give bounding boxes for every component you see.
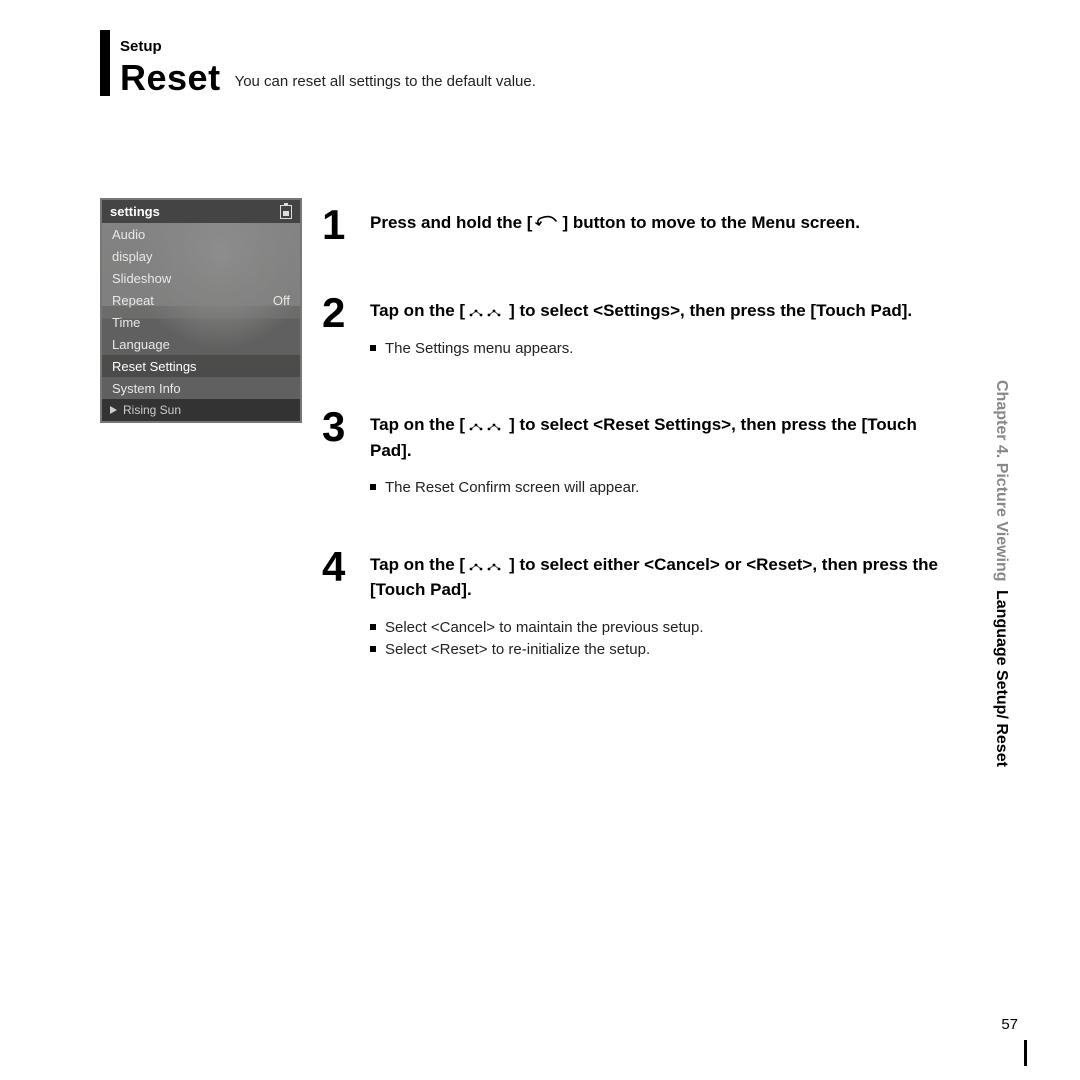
- play-icon: [110, 406, 117, 414]
- bullet: Select <Cancel> to maintain the previous…: [370, 617, 962, 640]
- list-item: RepeatOff: [102, 289, 300, 311]
- step-number: 1: [322, 204, 354, 246]
- step-title: Press and hold the [] button to move to …: [370, 210, 962, 236]
- page-subtitle: You can reset all settings to the defaul…: [235, 73, 536, 90]
- page-title: Reset: [120, 57, 221, 99]
- nav-dots-icon: [467, 305, 507, 319]
- step-number: 4: [322, 546, 354, 662]
- list-item: Slideshow: [102, 267, 300, 289]
- list-item: Audio: [102, 223, 300, 245]
- bullet: The Settings menu appears.: [370, 338, 962, 361]
- page-header: Setup Reset You can reset all settings t…: [120, 38, 940, 99]
- header-rule: [100, 30, 110, 96]
- device-screenshot: settings Audio display Slideshow RepeatO…: [100, 198, 302, 423]
- list-item: Time: [102, 311, 300, 333]
- step-title: Tap on the [] to select either <Cancel> …: [370, 552, 962, 603]
- step-bullets: The Settings menu appears.: [370, 338, 962, 361]
- setup-label: Setup: [120, 38, 940, 55]
- section-label: Language Setup/ Reset: [993, 590, 1010, 767]
- side-tab: Chapter 4. Picture Viewing Language Setu…: [990, 380, 1012, 767]
- nav-dots-icon: [467, 559, 507, 573]
- step-number: 2: [322, 292, 354, 360]
- step-1: 1 Press and hold the [] button to move t…: [322, 204, 962, 246]
- step-bullets: Select <Cancel> to maintain the previous…: [370, 617, 962, 662]
- instruction-steps: 1 Press and hold the [] button to move t…: [322, 204, 962, 708]
- list-item: display: [102, 245, 300, 267]
- list-item-selected: Reset Settings: [102, 355, 300, 377]
- page-number: 57: [1001, 1016, 1018, 1033]
- bullet: Select <Reset> to re-initialize the setu…: [370, 639, 962, 662]
- list-item: Language: [102, 333, 300, 355]
- chapter-label: Chapter 4. Picture Viewing: [993, 380, 1010, 582]
- step-bullets: The Reset Confirm screen will appear.: [370, 477, 962, 500]
- footer-rule: [1024, 1040, 1027, 1066]
- step-2: 2 Tap on the [] to select <Settings>, th…: [322, 292, 962, 360]
- battery-icon: [280, 205, 292, 219]
- step-4: 4 Tap on the [] to select either <Cancel…: [322, 546, 962, 662]
- step-title: Tap on the [] to select <Settings>, then…: [370, 298, 962, 324]
- bullet: The Reset Confirm screen will appear.: [370, 477, 962, 500]
- back-arrow-icon: [534, 215, 560, 231]
- step-number: 3: [322, 406, 354, 500]
- step-title: Tap on the [] to select <Reset Settings>…: [370, 412, 962, 463]
- device-menu-list: Audio display Slideshow RepeatOff Time L…: [102, 223, 300, 399]
- device-header-title: settings: [110, 204, 160, 219]
- device-now-playing: Rising Sun: [102, 399, 300, 421]
- nav-dots-icon: [467, 419, 507, 433]
- step-3: 3 Tap on the [] to select <Reset Setting…: [322, 406, 962, 500]
- list-item: System Info: [102, 377, 300, 399]
